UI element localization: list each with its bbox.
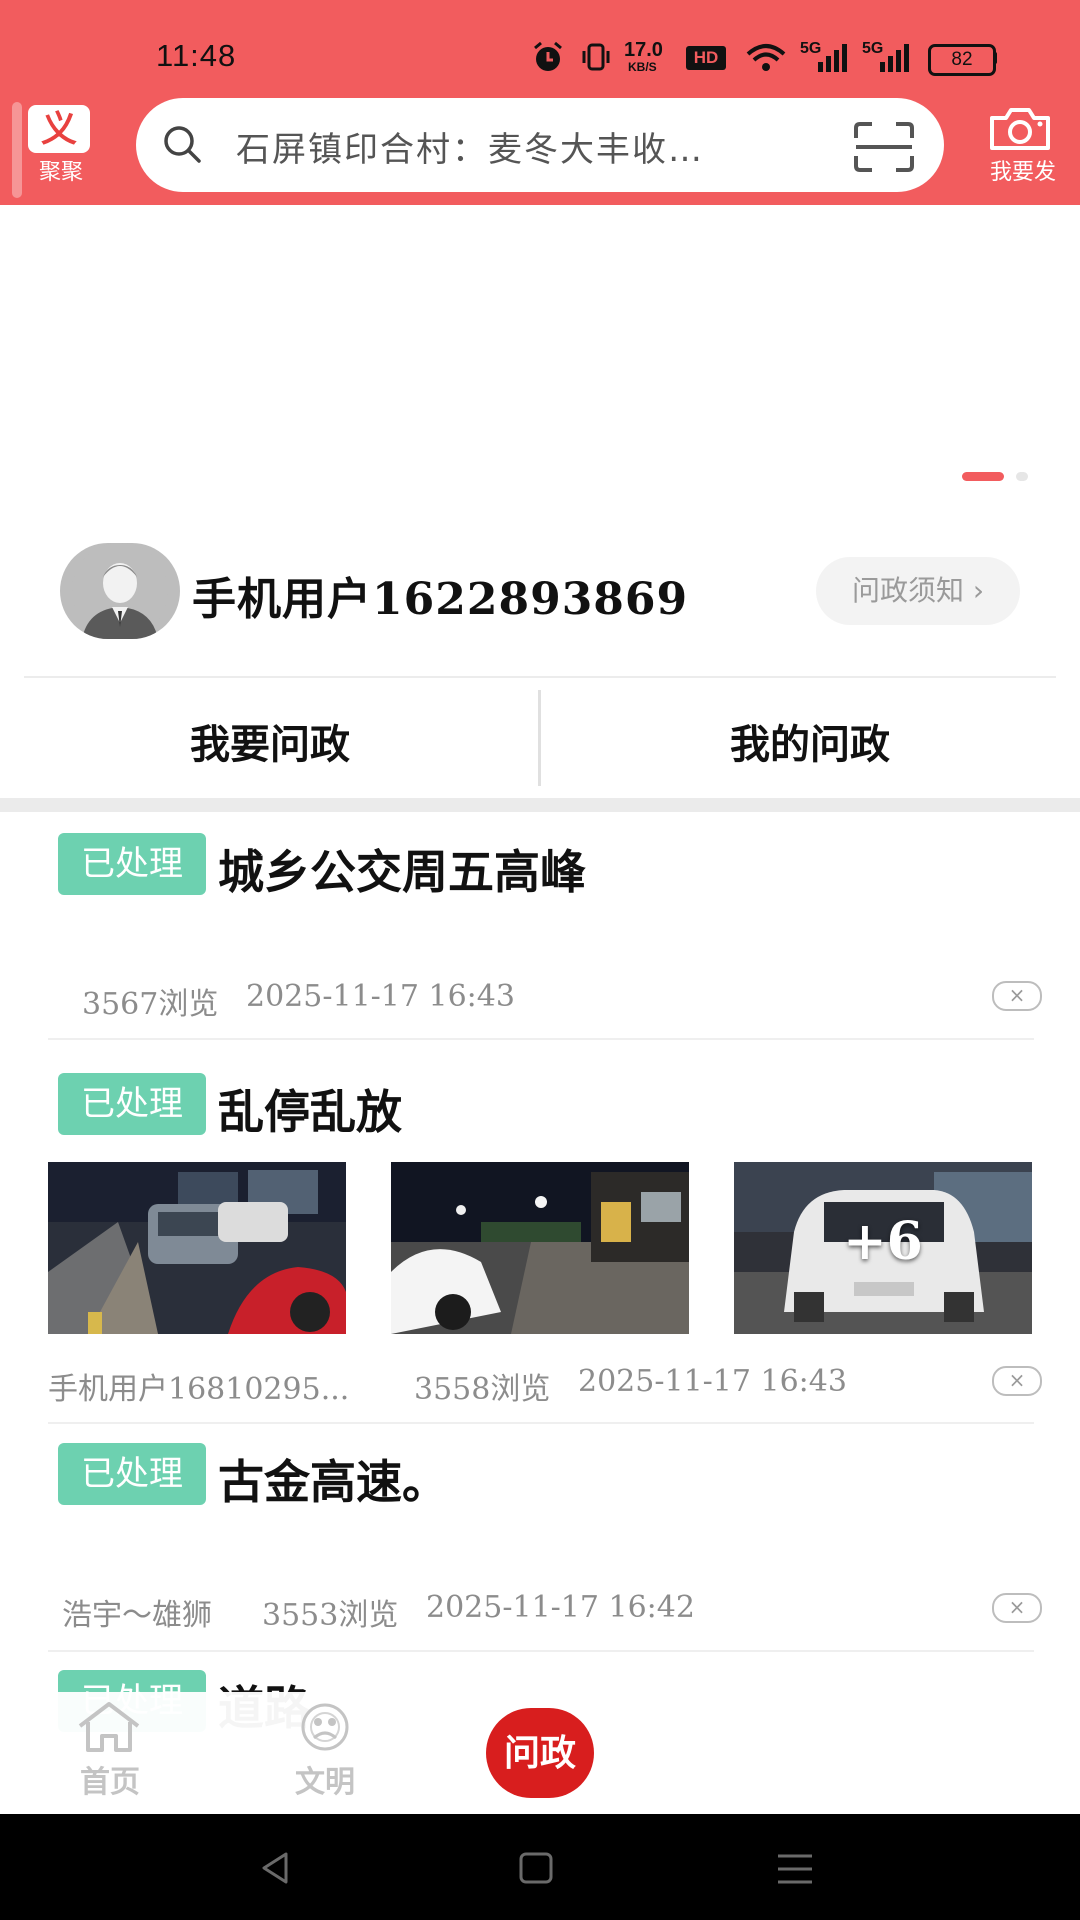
- post-views: 3567浏览: [82, 987, 219, 1022]
- battery-indicator: 82: [928, 44, 996, 76]
- app-logo[interactable]: 义: [28, 105, 90, 153]
- status-badge: 已处理: [58, 1073, 206, 1135]
- banner-carousel[interactable]: [0, 205, 1080, 495]
- post-title[interactable]: 城乡公交周五高峰: [218, 836, 586, 902]
- row-divider: [48, 1038, 1034, 1040]
- close-icon[interactable]: ×: [992, 1593, 1042, 1623]
- post-date: 2025-11-17 16:42: [426, 1590, 695, 1625]
- battery-tip: [993, 52, 997, 64]
- post-button-label[interactable]: 我要发: [978, 154, 1068, 186]
- post-title[interactable]: 乱停乱放: [218, 1076, 402, 1142]
- alarm-icon: [534, 41, 562, 71]
- vibrate-icon: [582, 43, 610, 71]
- row-divider: [48, 1650, 1034, 1652]
- username: 手机用户1622893869: [192, 574, 689, 625]
- post-image[interactable]: [391, 1162, 689, 1334]
- nav-home-label[interactable]: 首页: [50, 1757, 170, 1801]
- tab-my-questions[interactable]: 我的问政: [540, 712, 1080, 772]
- default-user-icon: [72, 543, 168, 639]
- divider: [24, 676, 1056, 678]
- post-image[interactable]: [48, 1162, 346, 1334]
- menu-icon[interactable]: [776, 1852, 814, 1886]
- net-speed: 17.0: [624, 39, 663, 61]
- post-author: 浩宇～雄狮: [62, 1598, 212, 1633]
- civilization-icon[interactable]: [292, 1700, 358, 1754]
- row-divider: [48, 1422, 1034, 1424]
- post-date: 2025-11-17 16:43: [246, 979, 515, 1014]
- post-date: 2025-11-17 16:43: [578, 1364, 847, 1399]
- net-speed-unit: KB/S: [628, 60, 657, 74]
- camera-icon[interactable]: [988, 106, 1052, 152]
- search-icon: [164, 126, 201, 163]
- nav-civil-label[interactable]: 文明: [265, 1757, 385, 1801]
- notice-button-label: 问政须知: [851, 574, 964, 607]
- status-badge: 已处理: [58, 833, 206, 895]
- status-time: 11:48: [156, 38, 237, 73]
- drawer-handle[interactable]: [12, 102, 22, 198]
- avatar[interactable]: [60, 543, 180, 639]
- close-icon[interactable]: ×: [992, 1366, 1042, 1396]
- chevron-right-icon: ›: [972, 574, 985, 607]
- back-icon[interactable]: [258, 1850, 294, 1886]
- post-views: 3558浏览: [414, 1372, 551, 1407]
- search-placeholder: 石屏镇印合村：麦冬大丰收…: [236, 130, 704, 170]
- app-logo-label: 聚聚: [38, 160, 83, 185]
- close-icon[interactable]: ×: [992, 981, 1042, 1011]
- status-badge: 已处理: [58, 1443, 206, 1505]
- post-views: 3553浏览: [262, 1598, 399, 1633]
- notice-button[interactable]: 问政须知 ›: [816, 557, 1020, 625]
- post-author: 手机用户16810295...: [48, 1372, 350, 1407]
- wifi-icon: [746, 44, 786, 71]
- home-square-icon[interactable]: [518, 1850, 554, 1886]
- carousel-dot-active: [962, 472, 1004, 481]
- scan-icon[interactable]: [852, 120, 916, 174]
- more-images-count: +6: [843, 1211, 923, 1272]
- post-image[interactable]: +6: [734, 1162, 1032, 1334]
- nav-wenzheng-button[interactable]: 问政: [486, 1708, 594, 1798]
- carousel-dot: [1016, 472, 1028, 481]
- home-icon[interactable]: [74, 1700, 144, 1754]
- hd-badge: HD: [686, 46, 726, 70]
- signal-icon-2: [880, 44, 909, 72]
- tab-ask-question[interactable]: 我要问政: [0, 712, 540, 772]
- section-separator: [0, 798, 1080, 812]
- post-title[interactable]: 古金高速。: [218, 1446, 448, 1512]
- signal-icon-1: [818, 44, 847, 72]
